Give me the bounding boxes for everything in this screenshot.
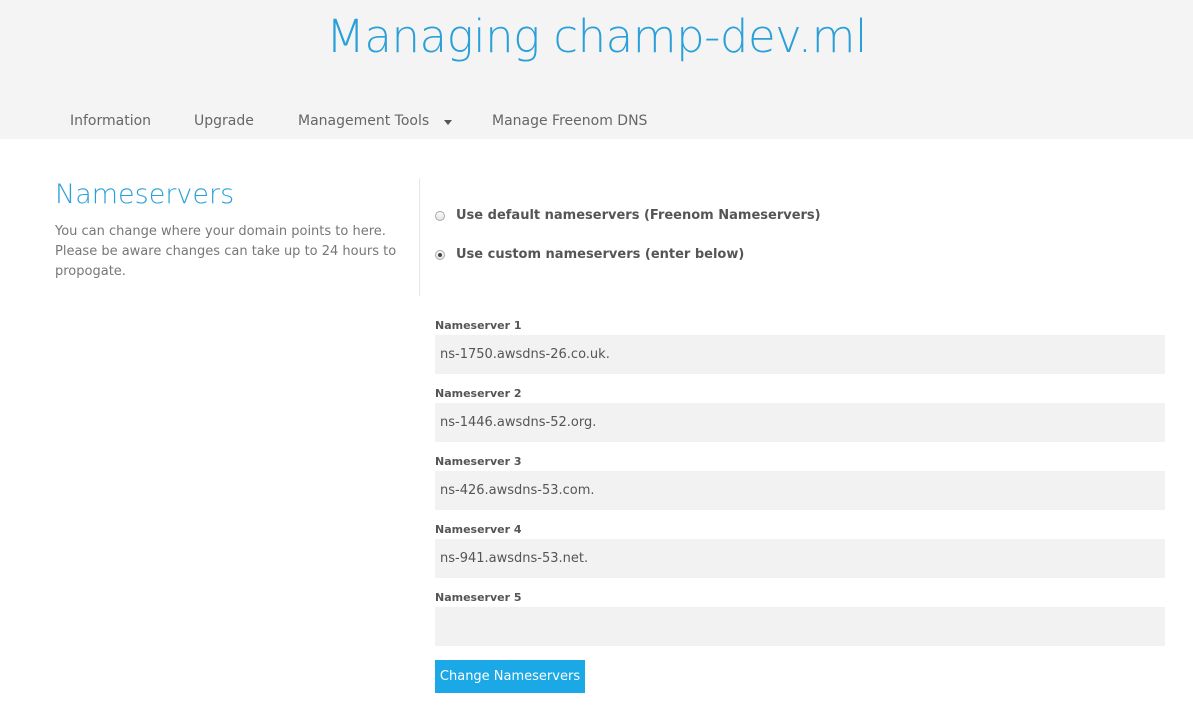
nav-information[interactable]: Information: [70, 113, 194, 129]
page-title: Managing champ-dev.ml: [326, 10, 867, 63]
nameserver-2-label: Nameserver 2: [435, 387, 522, 400]
nameserver-2-group: Nameserver 2: [435, 386, 1165, 442]
nameserver-3-input[interactable]: [435, 471, 1165, 510]
nameserver-3-group: Nameserver 3: [435, 454, 1165, 510]
domain-nav: Information Upgrade Management Tools Man…: [70, 111, 647, 131]
nameserver-4-group: Nameserver 4: [435, 522, 1165, 578]
nav-manage-freenom-dns[interactable]: Manage Freenom DNS: [492, 113, 647, 129]
nameserver-5-input[interactable]: [435, 607, 1165, 646]
section-intro: Nameservers You can change where your do…: [55, 178, 400, 282]
option-default-label: Use default nameservers (Freenom Nameser…: [456, 208, 821, 223]
section-description: You can change where your domain points …: [55, 224, 397, 279]
option-default-nameservers[interactable]: Use default nameservers (Freenom Nameser…: [435, 208, 821, 223]
nav-management-tools[interactable]: Management Tools: [298, 113, 492, 129]
section-title: Nameservers: [55, 179, 235, 210]
nameserver-1-label: Nameserver 1: [435, 319, 522, 332]
nav-management-tools-label: Management Tools: [298, 113, 430, 129]
nameserver-1-group: Nameserver 1: [435, 318, 1165, 374]
chevron-down-icon: [444, 119, 453, 125]
change-nameservers-button[interactable]: Change Nameservers: [435, 660, 585, 693]
vertical-divider: [419, 178, 420, 296]
nav-upgrade[interactable]: Upgrade: [194, 113, 298, 129]
radio-custom-nameservers[interactable]: [435, 249, 445, 260]
radio-default-nameservers[interactable]: [435, 210, 445, 221]
nameserver-5-group: Nameserver 5: [435, 590, 1165, 646]
nameserver-5-label: Nameserver 5: [435, 591, 522, 604]
option-custom-nameservers[interactable]: Use custom nameservers (enter below): [435, 247, 744, 262]
nameserver-1-input[interactable]: [435, 335, 1165, 374]
nameserver-4-input[interactable]: [435, 539, 1165, 578]
nameserver-4-label: Nameserver 4: [435, 523, 522, 536]
nameserver-3-label: Nameserver 3: [435, 455, 522, 468]
header-bar: Managing champ-dev.ml Information Upgrad…: [0, 0, 1193, 139]
option-custom-label: Use custom nameservers (enter below): [456, 247, 745, 262]
nameserver-2-input[interactable]: [435, 403, 1165, 442]
